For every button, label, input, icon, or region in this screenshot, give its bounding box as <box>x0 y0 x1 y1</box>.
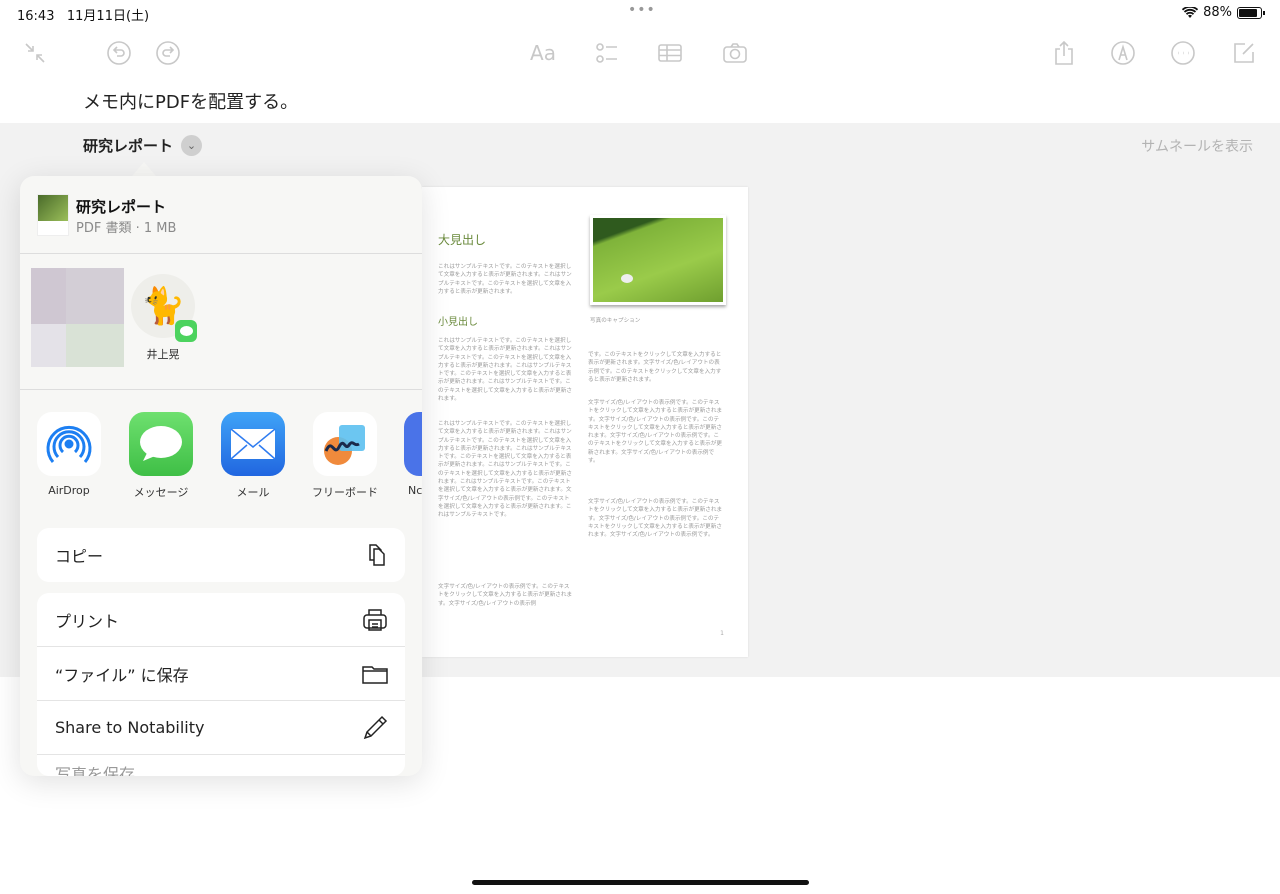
printer-icon <box>363 608 387 631</box>
contact-suggestion[interactable]: 🐈 井上晃 <box>128 274 198 362</box>
messages-icon <box>129 412 193 476</box>
checklist-icon[interactable] <box>592 38 622 68</box>
collapse-icon[interactable] <box>20 38 50 68</box>
cat-icon: 🐈 <box>131 274 197 342</box>
share-header: 研究レポート PDF 書類 · 1 MB <box>20 176 422 254</box>
redo-icon[interactable] <box>153 38 183 68</box>
pdf-heading-small: 小見出し <box>438 317 478 328</box>
pdf-paragraph: これはサンプルテキストです。このテキストを選択して文章を入力すると表示が更新され… <box>438 421 572 519</box>
pdf-paragraph: です。このテキストをクリックして文章を入力すると表示が更新されます。文字サイズ/… <box>588 352 722 383</box>
camera-icon[interactable] <box>720 38 750 68</box>
attachment-title[interactable]: 研究レポート <box>83 135 173 156</box>
print-action[interactable]: プリント <box>37 593 405 647</box>
pdf-paragraph: 文字サイズ/色/レイアウトの表示例です。このテキストをクリックして文章を入力する… <box>588 499 723 539</box>
undo-icon[interactable] <box>104 38 134 68</box>
compose-icon[interactable] <box>1229 38 1259 68</box>
note-text[interactable]: メモ内にPDFを配置する。 <box>83 88 298 114</box>
format-icon[interactable]: Aa <box>528 38 558 68</box>
share-sheet: 研究レポート PDF 書類 · 1 MB 🐈 井上晃 AirDrop メッセージ… <box>20 176 422 776</box>
mail-icon <box>221 412 285 476</box>
chevron-down-icon[interactable]: ⌄ <box>181 135 202 156</box>
contact-name: 井上晃 <box>146 348 180 361</box>
pdf-heading-large: 大見出し <box>438 233 487 247</box>
pdf-caption: 写真のキャプション <box>590 318 641 324</box>
popover-arrow <box>132 162 156 176</box>
table-icon[interactable] <box>655 38 685 68</box>
wifi-icon <box>1182 6 1199 18</box>
battery-percent: 88% <box>1203 5 1232 20</box>
people-row: 🐈 井上晃 <box>20 254 422 390</box>
home-indicator[interactable] <box>472 880 809 885</box>
copy-icon <box>369 544 385 566</box>
share-subtitle: PDF 書類 · 1 MB <box>76 221 177 236</box>
pencil-icon <box>363 715 388 739</box>
blurred-contact[interactable] <box>31 268 124 367</box>
folder-icon <box>362 665 388 684</box>
document-thumbnail <box>37 194 69 236</box>
pdf-page-number: 1 <box>720 630 724 637</box>
action-group: プリント “ファイル” に保存 Share to Notability 写真を保… <box>37 593 405 776</box>
notability-icon <box>404 412 422 476</box>
show-thumbnails-button[interactable]: サムネールを表示 <box>1141 136 1253 156</box>
markup-icon[interactable] <box>1108 38 1138 68</box>
app-airdrop[interactable]: AirDrop <box>24 412 114 497</box>
save-to-files-action[interactable]: “ファイル” に保存 <box>37 647 405 701</box>
pdf-photo <box>590 215 726 305</box>
share-title: 研究レポート <box>76 198 167 216</box>
save-image-action[interactable]: 写真を保存 <box>37 755 405 776</box>
pdf-page[interactable]: 大見出し これはサンプルテキストです。このテキストを選択して文章を入力すると表示… <box>422 187 748 657</box>
status-time: 16:43 11月11日(土) <box>17 9 150 24</box>
pdf-paragraph: 文字サイズ/色/レイアウトの表示例です。このテキストをクリックして文章を入力する… <box>588 400 723 465</box>
battery-icon <box>1237 6 1265 19</box>
app-notability[interactable]: Nc <box>392 412 422 497</box>
action-group-copy: コピー <box>37 528 405 582</box>
messages-badge-icon <box>175 320 197 342</box>
copy-action[interactable]: コピー <box>37 528 405 582</box>
pdf-paragraph: これはサンプルテキストです。このテキストを選択して文章を入力すると表示が更新され… <box>438 338 572 403</box>
app-mail[interactable]: メール <box>208 412 298 500</box>
status-bar: 16:43 11月11日(土) ••• 88% <box>0 0 1280 26</box>
airdrop-icon <box>37 412 101 476</box>
app-freeform[interactable]: フリーボード <box>300 412 390 500</box>
more-icon[interactable] <box>1168 38 1198 68</box>
pdf-paragraph: 文字サイズ/色/レイアウトの表示例です。このテキストをクリックして文章を入力する… <box>438 584 573 607</box>
share-to-notability-action[interactable]: Share to Notability <box>37 701 405 755</box>
multitasking-dots-icon[interactable]: ••• <box>628 2 656 18</box>
app-messages[interactable]: メッセージ <box>116 412 206 500</box>
app-row: AirDrop メッセージ メール フリーボード Nc <box>20 390 422 528</box>
freeform-icon <box>313 412 377 476</box>
share-icon[interactable] <box>1049 38 1079 68</box>
pdf-paragraph: これはサンプルテキストです。このテキストを選択して文章を入力すると表示が更新され… <box>438 264 572 295</box>
